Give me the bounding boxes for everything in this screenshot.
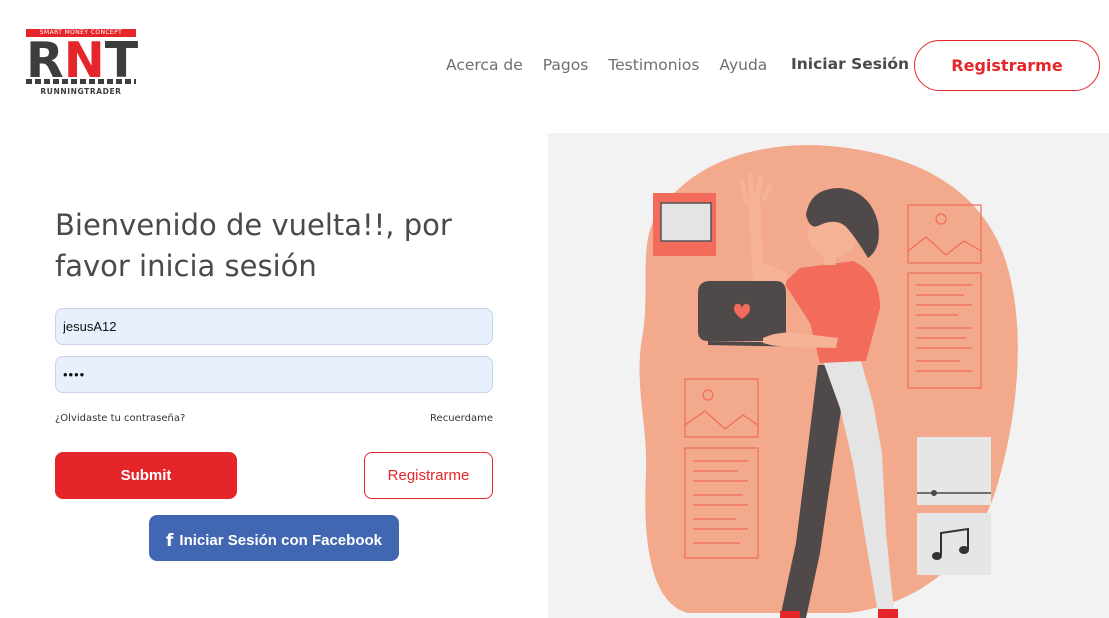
facebook-login-label: Iniciar Sesión con Facebook <box>179 531 382 549</box>
logo-subtitle: RUNNINGTRADER <box>40 87 122 96</box>
facebook-login-button[interactable]: f Iniciar Sesión con Facebook <box>149 515 399 561</box>
hero-illustration <box>548 133 1109 618</box>
facebook-icon: f <box>166 530 174 551</box>
nav-link-ayuda[interactable]: Ayuda <box>719 56 767 74</box>
music-note-icon <box>917 513 991 575</box>
nav-link-testimonios[interactable]: Testimonios <box>608 56 699 74</box>
logo-letter-r: R <box>26 32 64 89</box>
illustration-svg <box>639 145 1018 618</box>
brand-logo[interactable]: SMART MONEY CONCEPT R N T RUNNINGTRADER <box>26 29 139 97</box>
nav-link-pagos[interactable]: Pagos <box>543 56 589 74</box>
logo-letters: R N T <box>26 32 139 89</box>
logo-stripes <box>26 79 136 84</box>
top-nav: Acerca de Pagos Testimonios Ayuda <box>446 52 787 78</box>
forgot-password-link[interactable]: ¿Olvidaste tu contraseña? <box>55 413 185 424</box>
submit-button[interactable]: Submit <box>55 452 237 499</box>
page-title: Bienvenido de vuelta!!, por favor inicia… <box>55 208 452 283</box>
nav-link-acerca[interactable]: Acerca de <box>446 56 523 74</box>
nav-login-link[interactable]: Iniciar Sesión <box>791 55 909 73</box>
username-input[interactable] <box>55 308 493 345</box>
logo-letter-n: N <box>63 32 105 89</box>
password-input[interactable] <box>55 356 493 393</box>
remember-me-link[interactable]: Recuerdame <box>430 413 493 424</box>
photo-frame-icon <box>653 193 716 256</box>
nav-register-button[interactable]: Registrarme <box>914 40 1100 91</box>
register-button[interactable]: Registrarme <box>364 452 493 499</box>
logo-letter-t: T <box>104 32 139 89</box>
slider-card-icon <box>917 437 991 505</box>
